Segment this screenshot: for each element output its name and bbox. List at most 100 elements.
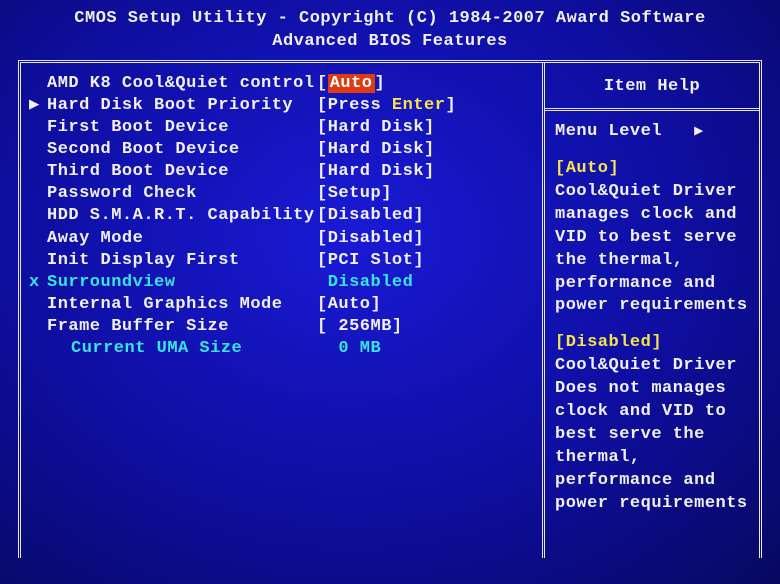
help-disabled-body: Cool&Quiet Driver Does not manages clock… — [555, 356, 748, 513]
bracket: ] — [424, 162, 435, 181]
chevron-right-icon: ▶ — [694, 123, 704, 140]
setting-row: xSurroundview Disabled — [29, 272, 536, 294]
settings-pane: AMD K8 Cool&Quiet control[Auto]▶Hard Dis… — [21, 63, 545, 558]
setting-row[interactable]: HDD S.M.A.R.T. Capability[Disabled] — [29, 205, 536, 227]
setting-label: Third Boot Device — [47, 161, 317, 183]
setting-label: Surroundview — [47, 272, 317, 294]
setting-row[interactable]: Password Check[Setup] — [29, 183, 536, 205]
setting-value: [Disabled] — [317, 228, 536, 250]
setting-label: AMD K8 Cool&Quiet control — [47, 73, 317, 95]
selected-value: Auto — [328, 74, 375, 93]
triangle-right-icon: ▶ — [29, 95, 47, 117]
value-text: Disabled — [328, 273, 414, 292]
setting-value: [PCI Slot] — [317, 250, 536, 272]
setting-value: [ 256MB] — [317, 316, 536, 338]
setting-label: Current UMA Size — [47, 338, 317, 360]
row-marker — [29, 294, 47, 316]
row-marker — [29, 316, 47, 338]
bracket: [ — [317, 118, 328, 137]
help-disabled: [Disabled] Cool&Quiet Driver Does not ma… — [555, 332, 753, 516]
bracket: ] — [413, 229, 424, 248]
setting-label: Password Check — [47, 183, 317, 205]
row-marker — [29, 139, 47, 161]
help-auto: [Auto] Cool&Quiet Driver manages clock a… — [555, 158, 753, 319]
bracket — [317, 339, 338, 358]
setting-value: [Hard Disk] — [317, 161, 536, 183]
setting-value: [Setup] — [317, 183, 536, 205]
bracket: ] — [375, 74, 386, 93]
setting-row: Current UMA Size 0 MB — [29, 338, 536, 360]
row-marker — [29, 250, 47, 272]
help-pane: Item Help Menu Level ▶ [Auto] Cool&Quiet… — [545, 63, 759, 558]
value-text: Hard Disk — [328, 162, 424, 181]
setting-value: 0 MB — [317, 338, 536, 360]
help-auto-body: Cool&Quiet Driver manages clock and VID … — [555, 182, 748, 316]
help-title: Item Help — [545, 63, 759, 111]
setting-row[interactable]: Frame Buffer Size[ 256MB] — [29, 316, 536, 338]
help-auto-head: [Auto] — [555, 159, 619, 178]
bracket: [ — [317, 317, 328, 336]
menu-level-row: Menu Level ▶ — [555, 121, 753, 144]
setting-row[interactable]: Second Boot Device[Hard Disk] — [29, 139, 536, 161]
value-text: 0 MB — [338, 339, 381, 358]
title-line-1: CMOS Setup Utility - Copyright (C) 1984-… — [18, 8, 762, 31]
bracket: [ — [317, 96, 328, 115]
setting-row[interactable]: Internal Graphics Mode[Auto] — [29, 294, 536, 316]
setting-label: First Boot Device — [47, 117, 317, 139]
value-text-accent: Enter — [392, 96, 446, 115]
value-text: Auto — [328, 295, 371, 314]
setting-row[interactable]: ▶Hard Disk Boot Priority[Press Enter] — [29, 95, 536, 117]
row-marker — [29, 161, 47, 183]
row-marker — [29, 183, 47, 205]
row-marker — [29, 73, 47, 95]
value-text: Hard Disk — [328, 140, 424, 159]
titlebar: CMOS Setup Utility - Copyright (C) 1984-… — [18, 4, 762, 60]
setting-label: Frame Buffer Size — [47, 316, 317, 338]
setting-label: Second Boot Device — [47, 139, 317, 161]
row-marker — [29, 117, 47, 139]
setting-row[interactable]: AMD K8 Cool&Quiet control[Auto] — [29, 73, 536, 95]
bracket: [ — [317, 206, 328, 225]
value-text: 256MB — [328, 317, 392, 336]
bracket: ] — [381, 184, 392, 203]
setting-label: Away Mode — [47, 228, 317, 250]
setting-label: Internal Graphics Mode — [47, 294, 317, 316]
menu-level-label: Menu Level — [555, 122, 662, 141]
bracket: ] — [371, 295, 382, 314]
setting-label: HDD S.M.A.R.T. Capability — [47, 205, 317, 227]
bracket: [ — [317, 251, 328, 270]
setting-label: Hard Disk Boot Priority — [47, 95, 317, 117]
bracket: ] — [445, 96, 456, 115]
setting-label: Init Display First — [47, 250, 317, 272]
setting-row[interactable]: Away Mode[Disabled] — [29, 228, 536, 250]
bracket — [317, 273, 328, 292]
setting-row[interactable]: Init Display First[PCI Slot] — [29, 250, 536, 272]
setting-value: [Auto] — [317, 73, 536, 95]
bracket: [ — [317, 229, 328, 248]
bios-screen: CMOS Setup Utility - Copyright (C) 1984-… — [0, 0, 780, 584]
setting-value: Disabled — [317, 272, 536, 294]
bracket: ] — [413, 251, 424, 270]
bracket: [ — [317, 295, 328, 314]
setting-value: [Auto] — [317, 294, 536, 316]
title-line-2: Advanced BIOS Features — [18, 31, 762, 54]
value-text: Disabled — [328, 229, 414, 248]
bracket: [ — [317, 184, 328, 203]
value-text: PCI Slot — [328, 251, 414, 270]
bracket: [ — [317, 162, 328, 181]
value-text: Press — [328, 96, 392, 115]
setting-value: [Disabled] — [317, 205, 536, 227]
setting-value: [Press Enter] — [317, 95, 536, 117]
bracket: [ — [317, 140, 328, 159]
row-marker — [29, 228, 47, 250]
row-marker — [29, 338, 47, 360]
help-disabled-head: [Disabled] — [555, 333, 662, 352]
setting-row[interactable]: Third Boot Device[Hard Disk] — [29, 161, 536, 183]
bracket: ] — [392, 317, 403, 336]
setting-row[interactable]: First Boot Device[Hard Disk] — [29, 117, 536, 139]
row-marker: x — [29, 272, 47, 294]
main-frame: AMD K8 Cool&Quiet control[Auto]▶Hard Dis… — [18, 60, 762, 558]
setting-value: [Hard Disk] — [317, 139, 536, 161]
help-body: Menu Level ▶ [Auto] Cool&Quiet Driver ma… — [545, 111, 759, 540]
bracket: ] — [424, 118, 435, 137]
